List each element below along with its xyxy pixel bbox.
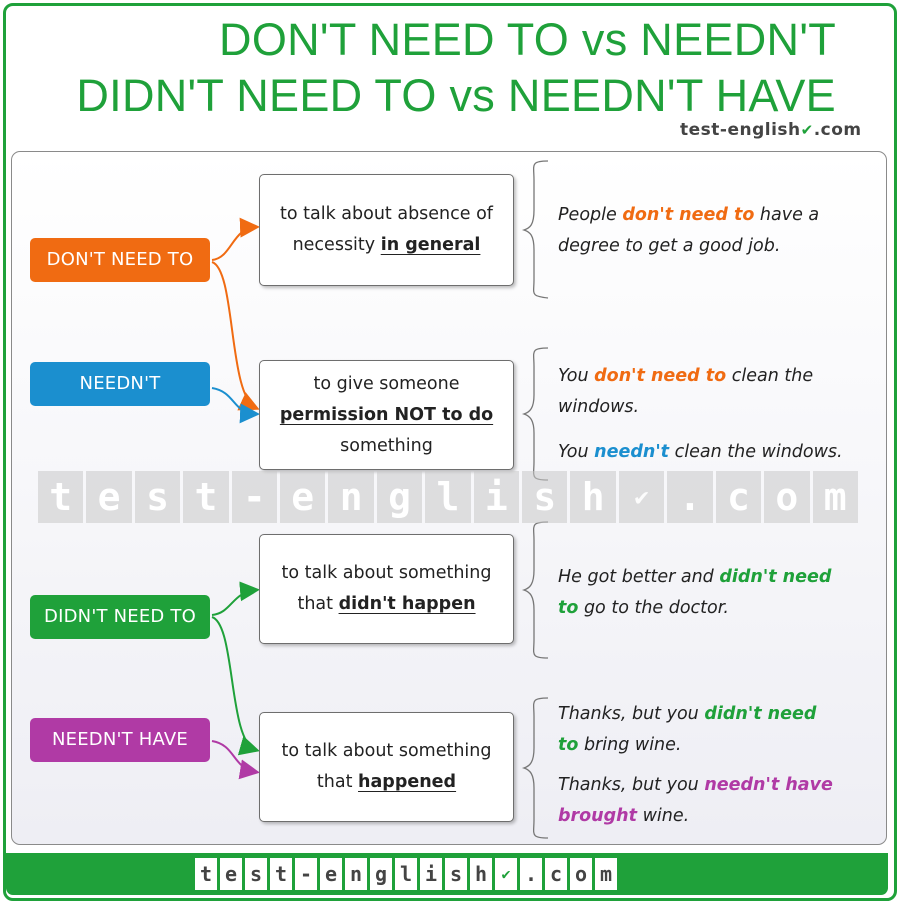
usage-box-absence: to talk about absence of necessity in ge…	[259, 174, 514, 286]
example-5: Thanks, but you didn't need to bring wine…	[558, 704, 817, 755]
watermark: t e s t - e n g l i s h ✔. c o m	[38, 471, 858, 523]
brace-2	[521, 347, 549, 481]
box2-key: permission NOT to do	[279, 404, 494, 425]
box2-line2: permission NOT to do	[260, 400, 513, 431]
tag-neednt: NEEDN'T	[30, 362, 210, 406]
brace-4	[521, 697, 549, 839]
box4-line2: that happened	[316, 772, 457, 792]
tag-didnt-need-to: DIDN'T NEED TO	[30, 595, 210, 639]
arrow-dont-need-to-2	[211, 261, 260, 411]
box3-line2: that didn't happen	[297, 594, 476, 614]
arrow-dont-need-to-1	[211, 217, 260, 261]
footer-logo[interactable]: t e s t - e n g l i s h ✔. c o m	[195, 858, 617, 890]
example-6: Thanks, but you needn't have brought wine…	[558, 775, 833, 826]
box3-key: didn't happen	[338, 594, 476, 614]
example-3: You needn't clean the windows.	[558, 442, 843, 462]
tag-neednt-have: NEEDN'T HAVE	[30, 718, 210, 762]
usage-box-didnt-happen: to talk about something that didn't happ…	[259, 534, 514, 644]
example-4: He got better and didn't need to go to th…	[558, 567, 832, 618]
usage-box-permission: to give someone permission NOT to do som…	[259, 360, 514, 470]
tag-dont-need-to: DON'T NEED TO	[30, 238, 210, 282]
example-1: People don't need to have a degree to get…	[558, 205, 820, 256]
box1-key: in general	[380, 235, 481, 255]
box1-line2: necessity in general	[292, 235, 481, 255]
box1-line1: to talk about absence of	[280, 204, 493, 224]
brace-3	[521, 521, 549, 659]
box2-line1: to give someone	[313, 373, 460, 394]
box4-line1: to talk about something	[281, 741, 492, 761]
arrow-didnt-need-to-2	[211, 616, 260, 756]
example-2: You don't need to clean the windows.	[558, 366, 814, 417]
arrow-didnt-need-to-1	[211, 581, 260, 616]
brace-1	[521, 160, 549, 299]
box2-line3: something	[340, 435, 433, 456]
box4-key: happened	[358, 772, 457, 792]
box3-line1: to talk about something	[281, 563, 492, 583]
usage-box-happened: to talk about something that happened	[259, 712, 514, 822]
footer-check-icon: ✔	[495, 858, 517, 890]
watermark-check-icon: ✔	[618, 471, 665, 523]
